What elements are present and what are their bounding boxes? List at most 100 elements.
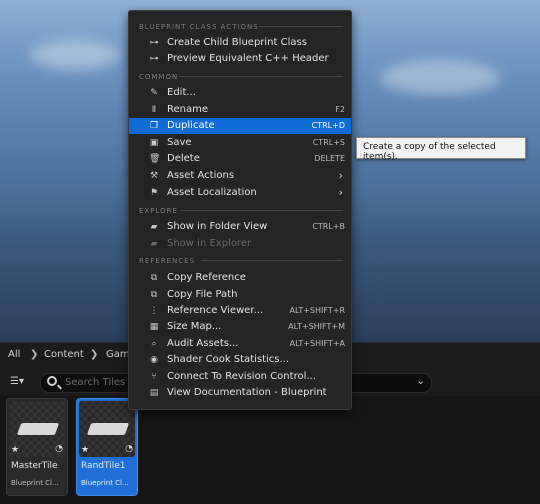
menu-item-copy-file-path[interactable]: ⧉ Copy File Path <box>129 287 351 303</box>
wrench-icon: ⚒ <box>149 171 159 181</box>
asset-tile-mastertile[interactable]: ★ ◔ MasterTile Blueprint Cl... <box>6 398 68 496</box>
menu-item-label: Size Map... <box>167 321 222 332</box>
shortcut-label: ALT+SHIFT+A <box>289 339 345 348</box>
menu-item-shader-cook-statistics[interactable]: ◉ Shader Cook Statistics... <box>129 352 351 368</box>
breadcrumb-item-content[interactable]: Content <box>44 349 84 360</box>
hierarchy-icon: ⊶ <box>149 38 159 48</box>
menu-item-label: Duplicate <box>167 120 215 131</box>
breadcrumb-item-all[interactable]: All <box>8 349 20 360</box>
audit-icon: ⌕ <box>151 339 157 349</box>
menu-item-edit[interactable]: ✎ Edit... <box>129 85 351 101</box>
trash-icon: 🗑 <box>149 154 161 164</box>
menu-item-audit-assets[interactable]: ⌕ Audit Assets... ALT+SHIFT+A <box>129 336 351 352</box>
search-icon <box>47 376 57 386</box>
copy-icon: ⧉ <box>150 273 158 283</box>
menu-item-preview-cpp-header[interactable]: ⊶ Preview Equivalent C++ Header <box>129 51 351 67</box>
menu-item-label: Audit Assets... <box>167 338 239 349</box>
asset-type: Blueprint Cl... <box>81 479 129 487</box>
asset-tile-randtile1[interactable]: ★ ◔ RandTile1 Blueprint Cl... <box>76 398 138 496</box>
shortcut-label: ALT+SHIFT+R <box>289 306 345 315</box>
book-icon: ▤ <box>149 388 159 398</box>
menu-item-label: Edit... <box>167 87 196 98</box>
section-header-references: REFERENCES <box>139 257 196 265</box>
clock-icon: ◔ <box>55 444 63 454</box>
shortcut-label: DELETE <box>314 154 345 163</box>
menu-item-label: Reference Viewer... <box>167 305 264 316</box>
star-icon[interactable]: ★ <box>81 445 89 455</box>
clock-icon: ◔ <box>125 444 133 454</box>
menu-item-asset-localization[interactable]: ⚑ Asset Localization › <box>129 185 351 201</box>
grid-icon: ▦ <box>149 322 159 332</box>
filter-icon[interactable]: ☰▾ <box>10 376 28 388</box>
menu-item-create-child-blueprint-class[interactable]: ⊶ Create Child Blueprint Class <box>129 35 351 51</box>
chevron-down-icon[interactable]: ⌄ <box>417 376 425 387</box>
folder-icon: ▰ <box>150 239 158 249</box>
mesh-preview <box>16 423 60 435</box>
menu-item-label: Copy Reference <box>167 272 246 283</box>
shortcut-label: F2 <box>335 105 345 114</box>
duplicate-icon: ❐ <box>149 121 159 131</box>
cloud <box>30 40 120 70</box>
revision-icon: ⑂ <box>151 372 157 382</box>
menu-item-save[interactable]: ▣ Save CTRL+S <box>129 135 351 151</box>
rename-icon: Ⅱ <box>151 105 157 115</box>
section-header-blueprint-class-actions: BLUEPRINT CLASS ACTIONS <box>139 23 259 31</box>
chevron-right-icon: › <box>338 169 343 182</box>
flag-icon: ⚑ <box>149 188 159 198</box>
menu-item-delete[interactable]: 🗑 Delete DELETE <box>129 151 351 167</box>
cloud <box>380 60 500 95</box>
menu-item-label: Show in Explorer <box>167 238 252 249</box>
menu-item-label: Asset Localization <box>167 187 257 198</box>
chevron-right-icon: ❯ <box>30 349 39 360</box>
menu-item-connect-to-revision-control[interactable]: ⑂ Connect To Revision Control... <box>129 369 351 385</box>
shortcut-label: CTRL+D <box>311 121 345 130</box>
asset-name: MasterTile <box>11 461 58 471</box>
divider <box>201 260 343 261</box>
shortcut-label: CTRL+B <box>312 222 345 231</box>
menu-item-reference-viewer[interactable]: ⋮ Reference Viewer... ALT+SHIFT+R <box>129 303 351 319</box>
context-menu: BLUEPRINT CLASS ACTIONS ⊶ Create Child B… <box>128 10 352 410</box>
divider <box>179 76 343 77</box>
chevron-right-icon: › <box>338 186 343 199</box>
menu-item-view-documentation[interactable]: ▤ View Documentation - Blueprint <box>129 385 351 401</box>
section-header-explore: EXPLORE <box>139 207 178 215</box>
menu-item-show-in-explorer: ▰ Show in Explorer <box>129 236 351 252</box>
menu-item-rename[interactable]: Ⅱ Rename F2 <box>129 102 351 118</box>
shader-icon: ◉ <box>150 355 158 365</box>
menu-item-duplicate[interactable]: ❐ Duplicate CTRL+D <box>129 118 351 134</box>
search-placeholder: Search Tiles <box>65 377 126 388</box>
asset-name: RandTile1 <box>81 461 126 471</box>
divider <box>259 26 343 27</box>
menu-item-copy-reference[interactable]: ⧉ Copy Reference <box>129 270 351 286</box>
menu-item-label: Save <box>167 137 192 148</box>
tooltip-text: Create a copy of the selected item(s). <box>363 142 496 162</box>
tooltip: Create a copy of the selected item(s). <box>356 137 526 162</box>
menu-item-label: Rename <box>167 104 209 115</box>
pencil-icon: ✎ <box>150 88 158 98</box>
section-header-common: COMMON <box>139 73 179 81</box>
save-icon: ▣ <box>149 138 159 148</box>
menu-item-label: Show in Folder View <box>167 221 268 232</box>
menu-item-label: Create Child Blueprint Class <box>167 37 307 48</box>
star-icon[interactable]: ★ <box>11 445 19 455</box>
menu-item-label: Copy File Path <box>167 289 238 300</box>
menu-item-size-map[interactable]: ▦ Size Map... ALT+SHIFT+M <box>129 319 351 335</box>
divider <box>181 210 343 211</box>
menu-item-label: Preview Equivalent C++ Header <box>167 53 329 64</box>
mesh-preview <box>86 423 130 435</box>
menu-item-label: Connect To Revision Control... <box>167 371 316 382</box>
asset-type: Blueprint Cl... <box>11 479 59 487</box>
chevron-right-icon: ❯ <box>90 349 99 360</box>
menu-item-asset-actions[interactable]: ⚒ Asset Actions › <box>129 168 351 184</box>
menu-item-label: Shader Cook Statistics... <box>167 354 290 365</box>
menu-item-label: Asset Actions <box>167 170 235 181</box>
menu-item-label: View Documentation - Blueprint <box>167 387 327 398</box>
shortcut-label: ALT+SHIFT+M <box>288 322 345 331</box>
copy-icon: ⧉ <box>150 290 158 300</box>
graph-icon: ⋮ <box>149 306 159 316</box>
hierarchy-icon: ⊶ <box>149 54 159 64</box>
menu-item-label: Delete <box>167 153 200 164</box>
shortcut-label: CTRL+S <box>312 138 345 147</box>
menu-item-show-in-folder-view[interactable]: ▰ Show in Folder View CTRL+B <box>129 219 351 235</box>
folder-icon: ▰ <box>150 222 158 232</box>
